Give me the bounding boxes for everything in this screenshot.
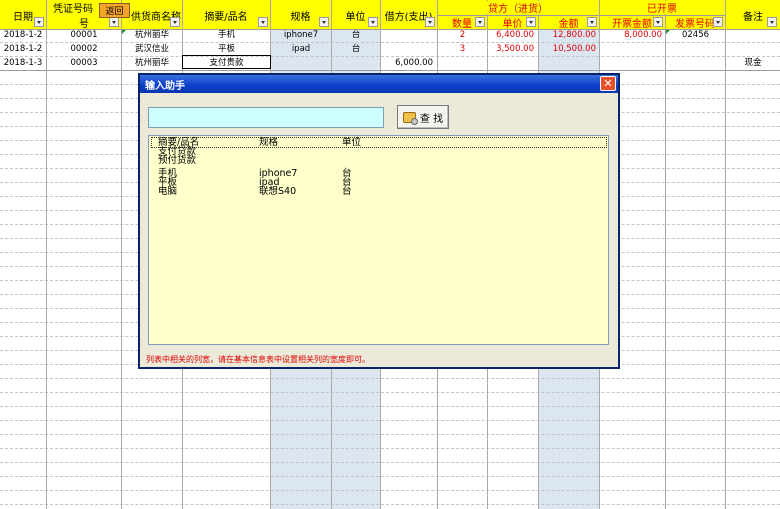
- list-header-row: [151, 137, 607, 148]
- row-line: [0, 420, 780, 421]
- row3-invoice-no[interactable]: [666, 57, 725, 70]
- row-line: [0, 448, 780, 449]
- row1-invoice-no[interactable]: 02456: [666, 29, 725, 42]
- row1-invoice-amount[interactable]: 8,000.00: [600, 29, 662, 42]
- row-line: [0, 406, 780, 407]
- row3-qty[interactable]: [438, 57, 487, 70]
- header-summary: 摘要/品名: [183, 4, 269, 26]
- row3-date[interactable]: 2018-1-3: [0, 57, 46, 70]
- filter-date-dropdown[interactable]: [34, 17, 44, 27]
- row2-date[interactable]: 2018-1-2: [0, 43, 46, 56]
- row1-supplier[interactable]: 杭州丽华: [122, 29, 182, 42]
- row3-invoice-amount[interactable]: [600, 57, 662, 70]
- row-line: [0, 476, 780, 477]
- filter-supplier-dropdown[interactable]: [170, 17, 180, 27]
- col-line: [121, 0, 122, 509]
- col-line: [725, 0, 726, 509]
- row-line: [0, 434, 780, 435]
- filter-price-dropdown[interactable]: [526, 17, 536, 27]
- row2-supplier[interactable]: 武汉信业: [122, 43, 182, 56]
- row3-spec[interactable]: [271, 57, 331, 70]
- close-icon[interactable]: ✕: [600, 76, 616, 91]
- dialog-title: 输入助手: [145, 81, 185, 92]
- row2-amount[interactable]: 10,500.00: [539, 43, 596, 56]
- row1-voucher[interactable]: 00001: [47, 29, 121, 42]
- list-item-name[interactable]: 电脑: [158, 187, 177, 197]
- filter-spec-dropdown[interactable]: [319, 17, 329, 27]
- back-button[interactable]: 返回: [99, 3, 130, 18]
- row-line: [0, 70, 780, 71]
- header-credit-group: 贷方（进货）: [438, 1, 598, 14]
- filter-remark-dropdown[interactable]: [767, 17, 777, 27]
- col-line: [665, 0, 666, 509]
- row3-amount[interactable]: [539, 57, 596, 70]
- active-cell-border: [182, 55, 271, 69]
- row2-invoice-no[interactable]: [666, 43, 725, 56]
- row3-supplier[interactable]: 杭州丽华: [122, 57, 182, 70]
- item-listbox[interactable]: 摘要/品名 规格 单位 支付贷款 预付货款 手机 iphone7 台 平板 ip…: [148, 135, 609, 345]
- row3-voucher[interactable]: 00003: [47, 57, 121, 70]
- col-line: [46, 0, 47, 509]
- comment-marker: [122, 30, 126, 34]
- row3-debit[interactable]: 6,000.00: [381, 57, 433, 70]
- filter-summary-dropdown[interactable]: [258, 17, 268, 27]
- row1-unit[interactable]: 台: [332, 29, 380, 42]
- row2-qty[interactable]: 3: [438, 43, 487, 56]
- list-item-name[interactable]: 预付货款: [158, 156, 196, 166]
- row2-invoice-amount[interactable]: [600, 43, 662, 56]
- header-voucher: 凭证号码: [47, 0, 99, 15]
- row-line: [0, 490, 780, 491]
- row2-price[interactable]: 3,500.00: [488, 43, 534, 56]
- search-input[interactable]: [148, 107, 384, 128]
- filter-invoice-no-dropdown[interactable]: [713, 17, 723, 27]
- row1-spec[interactable]: iphone7: [271, 29, 331, 42]
- input-assistant-dialog: 输入助手 ✕ 查 找 摘要/品名 规格 单位 支付贷款 预付货款 手机 ipho…: [138, 73, 620, 369]
- row1-qty[interactable]: 2: [438, 29, 487, 42]
- list-item-spec[interactable]: 联想S40: [259, 187, 296, 197]
- row1-debit[interactable]: [381, 29, 433, 42]
- filter-amount-dropdown[interactable]: [587, 17, 597, 27]
- find-button[interactable]: 查 找: [397, 105, 449, 129]
- row-line: [0, 392, 780, 393]
- row2-unit[interactable]: 台: [332, 43, 380, 56]
- dialog-titlebar[interactable]: 输入助手 ✕: [140, 75, 618, 93]
- row2-debit[interactable]: [381, 43, 433, 56]
- filter-qty-dropdown[interactable]: [475, 17, 485, 27]
- filter-unit-dropdown[interactable]: [368, 17, 378, 27]
- row3-remark[interactable]: 现金: [726, 57, 780, 70]
- comment-marker: [666, 30, 670, 34]
- row1-price[interactable]: 6,400.00: [488, 29, 534, 42]
- row1-summary[interactable]: 手机: [183, 29, 270, 42]
- hint-text: 列表中相关的列宽，请在基本信息表中设置相关列的宽度即可。: [146, 355, 370, 364]
- find-icon: [402, 111, 418, 125]
- row-line: [0, 504, 780, 505]
- list-header-spec: 规格: [259, 137, 279, 148]
- filter-invoice-amount-dropdown[interactable]: [653, 17, 663, 27]
- find-button-label: 查 找: [419, 113, 444, 125]
- row2-remark[interactable]: [726, 43, 780, 56]
- filter-voucher-dropdown[interactable]: [109, 17, 119, 27]
- row1-date[interactable]: 2018-1-2: [0, 29, 46, 42]
- filter-debit-dropdown[interactable]: [425, 17, 435, 27]
- row1-amount[interactable]: 12,800.00: [539, 29, 596, 42]
- row1-remark[interactable]: [726, 29, 780, 42]
- row3-unit[interactable]: [332, 57, 380, 70]
- list-item-unit[interactable]: 台: [342, 187, 352, 197]
- row-line: [0, 462, 780, 463]
- row-line: [0, 378, 780, 379]
- list-header-unit: 单位: [342, 137, 362, 148]
- row2-voucher[interactable]: 00002: [47, 43, 121, 56]
- row3-price[interactable]: [488, 57, 534, 70]
- header-invoiced-group: 已开票: [600, 1, 724, 14]
- row2-spec[interactable]: ipad: [271, 43, 331, 56]
